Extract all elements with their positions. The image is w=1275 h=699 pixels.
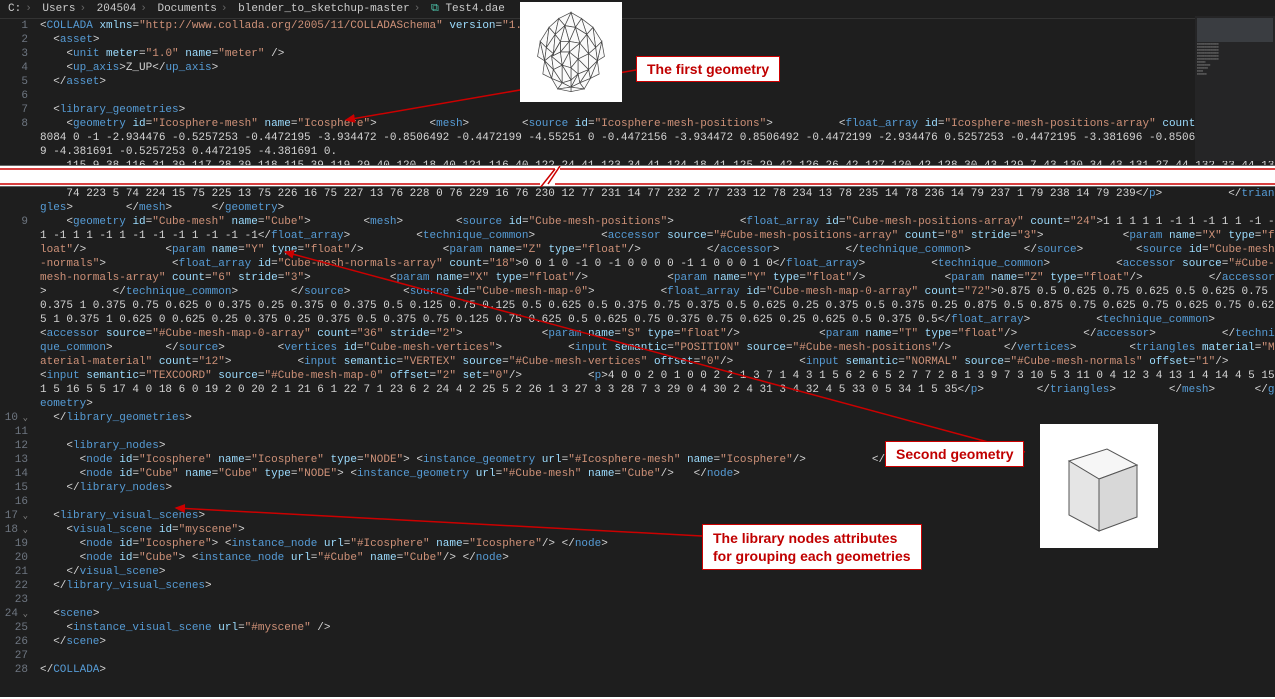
file-icon: ⧉ [431,3,445,15]
cube-thumbnail [1040,424,1158,548]
minimap[interactable]: ▀▀▀▀▀▀▀▀▀▀▀▀▀▀▀▀▀▀▀▀▀▀▀▀▀▀▀▀▀▀▀▀▀▀▀▀▀▀▀▀… [1195,16,1275,161]
crumb-file[interactable]: Test4.dae [445,3,504,15]
breadcrumb[interactable]: C:› Users› 204504› Documents› blender_to… [0,0,1275,19]
line-gutter: 9 10⌄11121314151617⌄18⌄192021222324⌄2526… [0,187,40,677]
page-break-gap [0,165,1275,187]
crumb[interactable]: C: [8,3,21,15]
icosphere-thumbnail [520,2,622,102]
crumb[interactable]: Users [42,3,75,15]
crumb[interactable]: 204504 [97,3,137,15]
annotation-first-geometry: The first geometry [636,56,780,82]
annotation-library-nodes: The library nodes attributes for groupin… [702,524,922,570]
crumb[interactable]: blender_to_sketchup-master [238,3,410,15]
annotation-second-geometry: Second geometry [885,441,1024,467]
code-editor-top[interactable]: C:› Users› 204504› Documents› blender_to… [0,0,1275,165]
crumb[interactable]: Documents [157,3,216,15]
